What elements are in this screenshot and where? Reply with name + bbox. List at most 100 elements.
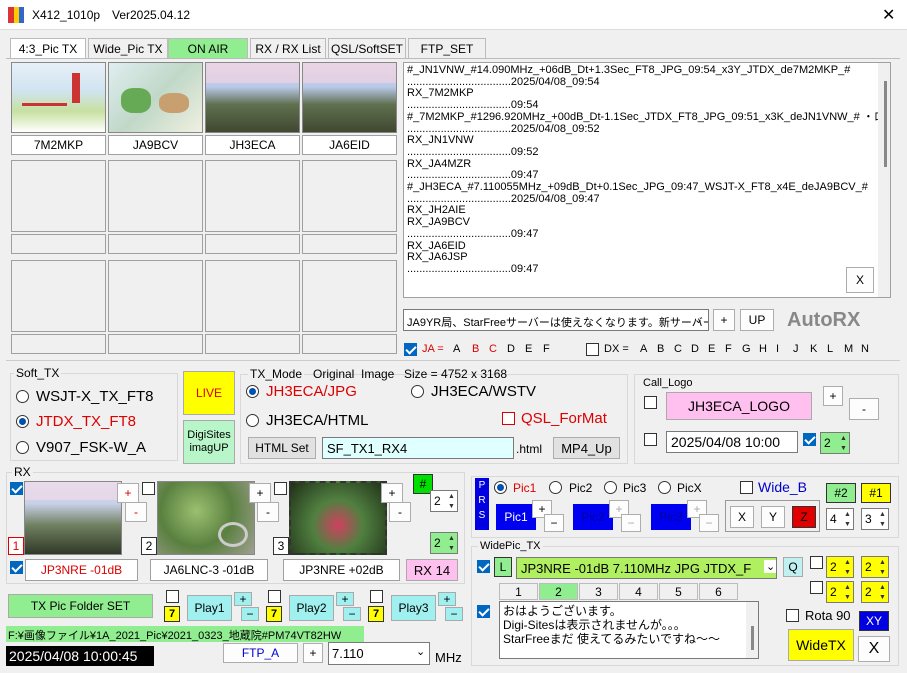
play2-checkbox[interactable] xyxy=(268,590,281,603)
rx-image-3[interactable] xyxy=(289,481,387,555)
wide-b-checkbox[interactable] xyxy=(740,481,753,494)
rx1-checkbox[interactable] xyxy=(10,482,23,495)
tab-qsl-softset[interactable]: QSL/SoftSET xyxy=(328,38,406,59)
widepic-tab-2[interactable]: 2 xyxy=(539,583,578,600)
widepic-tab-1[interactable]: 1 xyxy=(499,583,538,600)
prs-stepper-3[interactable]: 3 ▲ ▼ xyxy=(861,508,889,530)
dx-letter-m[interactable]: M xyxy=(844,343,853,355)
picx-radio-label[interactable]: PicX xyxy=(677,481,702,495)
play1-button[interactable]: Play1 xyxy=(187,595,232,621)
jpg-radio[interactable] xyxy=(246,385,259,398)
grid-cell[interactable] xyxy=(11,160,106,232)
call-logo-checkbox[interactable] xyxy=(644,396,657,409)
jtdx-radio[interactable] xyxy=(16,415,29,428)
widepic-stepper-3[interactable]: 2 ▲ ▼ xyxy=(826,581,854,603)
stepper-down-icon[interactable]: ▼ xyxy=(447,544,456,553)
dx-letter-l[interactable]: L xyxy=(827,343,833,355)
dx-letter-a[interactable]: A xyxy=(640,343,647,355)
pic1-radio-label[interactable]: Pic1 xyxy=(513,481,536,495)
ftp-a-button[interactable]: FTP_A xyxy=(223,643,298,663)
ja-letter-d[interactable]: D xyxy=(507,343,515,355)
up-button[interactable]: UP xyxy=(740,309,774,331)
message-textarea[interactable]: おはようございます。 Digi-Sitesは表示されませんが。。。 StarFr… xyxy=(499,601,759,659)
pic3-button[interactable]: Pic3 xyxy=(651,504,691,530)
pic2-button[interactable]: Pic2 xyxy=(573,504,613,530)
call-logo-button[interactable]: JH3ECA_LOGO xyxy=(666,392,812,420)
date-field[interactable]: 2025/04/08 10:00 xyxy=(666,431,798,453)
wsjtx-radio[interactable] xyxy=(16,390,29,403)
rx2-minus-button[interactable]: - xyxy=(257,502,279,522)
html-set-button[interactable]: HTML Set xyxy=(248,437,316,459)
dx-letter-k[interactable]: K xyxy=(810,343,817,355)
freq-select[interactable]: 7.110 ⌄ xyxy=(328,642,430,665)
tab-ftp-set[interactable]: FTP_SET xyxy=(408,38,486,59)
v907-label[interactable]: V907_FSK-W_A xyxy=(36,439,146,456)
rx2-checkbox[interactable] xyxy=(142,482,155,495)
live-button[interactable]: LIVE xyxy=(183,371,235,415)
l-button[interactable]: L xyxy=(494,557,512,577)
grid-cell[interactable] xyxy=(302,160,397,232)
pic2-minus-button[interactable]: − xyxy=(621,514,641,532)
dx-letter-n[interactable]: N xyxy=(861,343,869,355)
stepper-down-icon[interactable]: ▼ xyxy=(843,568,852,577)
grid-thumb-2[interactable] xyxy=(108,62,203,133)
log-scroll-thumb[interactable] xyxy=(884,81,887,167)
mp4-up-button[interactable]: MP4_Up xyxy=(553,437,620,459)
qsl-format-checkbox[interactable] xyxy=(502,412,515,425)
html-radio[interactable] xyxy=(246,414,259,427)
prs-stepper-4[interactable]: 4 ▲ ▼ xyxy=(826,508,854,530)
rx-stepper-2[interactable]: 2 ▲ ▼ xyxy=(430,532,458,554)
dx-letter-d[interactable]: D xyxy=(691,343,699,355)
rx3-checkbox[interactable] xyxy=(274,482,287,495)
grid-cell[interactable] xyxy=(205,160,300,232)
play2-minus-button[interactable]: − xyxy=(343,607,361,621)
stepper-down-icon[interactable]: ▼ xyxy=(843,593,852,602)
date-checkbox[interactable] xyxy=(644,433,657,446)
dx-letter-e[interactable]: E xyxy=(708,343,715,355)
grid-cell[interactable] xyxy=(108,160,203,232)
play3-checkbox[interactable] xyxy=(370,590,383,603)
pic3-minus-button[interactable]: − xyxy=(699,514,719,532)
stepper-up-icon[interactable]: ▲ xyxy=(878,510,887,519)
h2-button[interactable]: #2 xyxy=(826,483,856,503)
play2-plus-button[interactable]: + xyxy=(336,592,354,606)
widepic-stepper-2[interactable]: 2 ▲ ▼ xyxy=(861,556,889,578)
wstv-label[interactable]: JH3ECA/WSTV xyxy=(431,383,536,400)
widepic-spin-checkbox-1[interactable] xyxy=(810,556,823,569)
pic1-radio[interactable] xyxy=(494,481,507,494)
rx1-call-checkbox[interactable] xyxy=(10,561,23,574)
wide-b-label[interactable]: Wide_B xyxy=(758,479,807,495)
rx-image-2[interactable] xyxy=(157,481,255,555)
rx3-plus-button[interactable]: + xyxy=(381,483,403,503)
pic2-radio[interactable] xyxy=(549,481,562,494)
dx-letter-f[interactable]: F xyxy=(725,343,732,355)
picx-radio[interactable] xyxy=(658,481,671,494)
v907-radio[interactable] xyxy=(16,441,29,454)
y-button[interactable]: Y xyxy=(761,506,785,528)
message-checkbox[interactable] xyxy=(477,605,490,618)
stepper-up-icon[interactable]: ▲ xyxy=(878,558,887,567)
jtdx-label[interactable]: JTDX_TX_FT8 xyxy=(36,413,136,430)
widetx-button[interactable]: WideTX xyxy=(788,629,854,661)
z-button[interactable]: Z xyxy=(792,506,816,528)
date-spin-checkbox[interactable] xyxy=(803,433,816,446)
ja-letter-f[interactable]: F xyxy=(543,343,550,355)
dx-letter-h[interactable]: H xyxy=(759,343,767,355)
tab-wide-pic-tx[interactable]: Wide_Pic TX xyxy=(88,38,168,59)
wstv-radio[interactable] xyxy=(411,385,424,398)
stepper-up-icon[interactable]: ▲ xyxy=(843,583,852,592)
qsl-format-label[interactable]: QSL_ForMat xyxy=(521,410,607,427)
wsjtx-label[interactable]: WSJT-X_TX_FT8 xyxy=(36,388,154,405)
xy-button[interactable]: XY xyxy=(859,611,889,631)
grid-thumb-3[interactable] xyxy=(205,62,300,133)
q-button[interactable]: Q xyxy=(783,557,803,577)
rx1-plus-button[interactable]: + xyxy=(117,483,139,503)
dx-letter-c[interactable]: C xyxy=(674,343,682,355)
pic1-button[interactable]: Pic1 xyxy=(496,504,536,530)
notice-plus-button[interactable]: + xyxy=(713,309,735,331)
stepper-up-icon[interactable]: ▲ xyxy=(843,558,852,567)
rx2-plus-button[interactable]: + xyxy=(249,483,271,503)
dx-letter-b[interactable]: B xyxy=(657,343,664,355)
grid-thumb-1[interactable] xyxy=(11,62,106,133)
ja-letter-e[interactable]: E xyxy=(525,343,532,355)
